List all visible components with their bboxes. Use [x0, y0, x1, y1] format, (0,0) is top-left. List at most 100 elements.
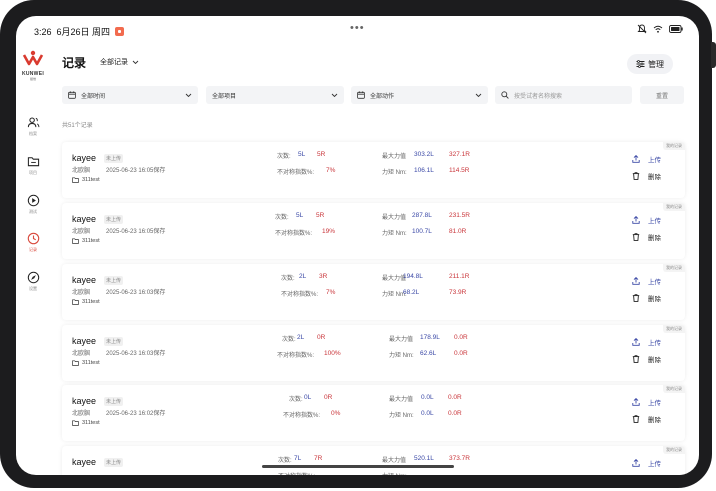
- delete-button[interactable]: 删除: [632, 293, 661, 303]
- asymmetry-label: 不对称指数%:: [277, 170, 315, 176]
- record-card[interactable]: kayee 未上传 北欧腘 2025-06-23 16:03保存 311test…: [62, 264, 685, 320]
- max-force-label: 最大力值: [382, 154, 407, 160]
- folder-icon: [72, 238, 79, 244]
- upload-icon: [632, 459, 640, 467]
- sidebar-item-test[interactable]: 测试: [20, 194, 46, 215]
- upload-label: 上传: [648, 279, 661, 286]
- project-name: 北欧腘: [72, 411, 91, 417]
- record-card[interactable]: kayee 未上传 北欧腘 2025-06-23 16:05保存 311test…: [62, 203, 685, 259]
- delete-button[interactable]: 删除: [632, 414, 661, 424]
- folder-label: 311test: [72, 177, 100, 183]
- sidebar-item-projects[interactable]: 项目: [20, 155, 46, 176]
- max-force-left-value: 194.8L: [403, 273, 423, 280]
- folder-name: 311test: [82, 238, 100, 244]
- record-card[interactable]: kayee 未上传 北欧腘 2025-06-23 16:05保存 311test…: [62, 142, 685, 198]
- my-record-badge: 我的记录: [663, 264, 685, 272]
- multitask-dots-icon[interactable]: •••: [350, 22, 365, 34]
- trash-icon: [632, 355, 640, 363]
- delete-label: 删除: [648, 296, 661, 303]
- record-filter-dropdown[interactable]: 全部记录: [100, 57, 139, 67]
- count-label: 次数:: [289, 397, 303, 403]
- count-left-value: 5L: [296, 212, 304, 219]
- trash-icon: [632, 172, 640, 180]
- max-force-right-value: 373.7R: [449, 455, 470, 462]
- asymmetry-value: 19%: [322, 228, 336, 235]
- list-settings-icon: [636, 60, 645, 68]
- upload-button[interactable]: 上传: [632, 215, 661, 225]
- project-filter-dropdown[interactable]: 全部项目: [206, 86, 344, 104]
- side-button: [711, 42, 716, 68]
- reset-button[interactable]: 重置: [640, 86, 684, 104]
- upload-button[interactable]: 上传: [632, 276, 661, 286]
- sidebar: KUNWEI 鲲维 档案 项目 测试 记录 设置: [16, 44, 50, 475]
- sidebar-item-records[interactable]: 记录: [20, 232, 46, 253]
- search-input[interactable]: 按受试者名称搜索: [495, 86, 632, 104]
- record-count: 共51个记录: [62, 123, 93, 129]
- screen-record-icon: [115, 27, 125, 36]
- torque-label: 力矩 Nm:: [382, 231, 407, 237]
- delete-button[interactable]: 删除: [632, 232, 661, 242]
- record-card[interactable]: kayee 未上传 北欧腘 2025-06-23 16:02保存 311test…: [62, 385, 685, 441]
- subject-name: kayee: [72, 153, 97, 163]
- my-record-badge: 我的记录: [663, 203, 685, 211]
- torque-label: 力矩 Nm:: [389, 413, 414, 419]
- sidebar-label: 设置: [29, 286, 37, 291]
- upload-status-badge: 未上传: [104, 276, 124, 285]
- upload-label: 上传: [648, 461, 661, 468]
- folder-label: 311test: [72, 420, 100, 426]
- saved-time: 2025-06-23 16:03保存: [106, 351, 166, 357]
- manage-button[interactable]: 管理: [627, 54, 673, 74]
- count-right-value: 3R: [319, 273, 328, 280]
- asymmetry-value: 7%: [326, 289, 336, 296]
- upload-button[interactable]: 上传: [632, 397, 661, 407]
- count-label: 次数:: [278, 458, 292, 464]
- upload-button[interactable]: 上传: [632, 154, 661, 164]
- torque-right-value: 114.5R: [449, 167, 470, 174]
- compass-icon: [27, 271, 39, 284]
- tablet-frame: 3:26 6月26日 周四 ••• KUNWEI 鲲维 档案 项目 测试 记录 …: [0, 0, 716, 491]
- max-force-right-value: 0.0R: [454, 334, 468, 341]
- time-filter-label: 全部时间: [81, 93, 106, 100]
- torque-label: 力矩 Nm:: [382, 471, 407, 475]
- sidebar-item-settings[interactable]: 设置: [20, 271, 46, 292]
- torque-right-value: 73.9R: [449, 289, 467, 296]
- home-indicator[interactable]: [262, 465, 454, 468]
- folder-name: 311test: [82, 299, 100, 305]
- page-title: 记录: [62, 56, 87, 70]
- search-icon: [501, 91, 509, 99]
- count-label: 次数:: [282, 337, 296, 343]
- delete-label: 删除: [648, 357, 661, 364]
- delete-button[interactable]: 删除: [632, 354, 661, 364]
- project-name: 北欧腘: [72, 290, 91, 296]
- status-left: 3:26 6月26日 周四: [34, 25, 125, 38]
- upload-icon: [632, 155, 640, 163]
- folder-name: 311test: [82, 360, 100, 366]
- torque-right-value: 0.0R: [448, 410, 462, 417]
- count-label: 次数:: [275, 215, 289, 221]
- sidebar-item-profiles[interactable]: 档案: [20, 116, 46, 137]
- upload-button[interactable]: 上传: [632, 458, 661, 468]
- status-time: 3:26: [34, 26, 52, 37]
- upload-icon: [632, 398, 640, 406]
- delete-label: 删除: [648, 174, 661, 181]
- count-left-value: 2L: [297, 334, 305, 341]
- brand-logo: KUNWEI 鲲维: [21, 50, 45, 81]
- logo-mark-icon: [22, 50, 44, 66]
- upload-status-badge: 未上传: [104, 337, 124, 346]
- folder-label: 311test: [72, 238, 100, 244]
- count-right-value: 7R: [314, 455, 323, 462]
- time-filter-dropdown[interactable]: 全部时间: [62, 86, 198, 104]
- upload-label: 上传: [648, 400, 661, 407]
- upload-button[interactable]: 上传: [632, 337, 661, 347]
- delete-button[interactable]: 删除: [632, 171, 661, 181]
- folder-icon: [72, 299, 79, 305]
- app-screen: 3:26 6月26日 周四 ••• KUNWEI 鲲维 档案 项目 测试 记录 …: [16, 16, 699, 475]
- action-filter-dropdown[interactable]: 全部动作: [351, 86, 488, 104]
- trash-icon: [632, 415, 640, 423]
- torque-right-value: 0.0R: [454, 350, 468, 357]
- asymmetry-label: 不对称指数%:: [277, 353, 315, 359]
- max-force-left-value: 520.1L: [414, 455, 434, 462]
- record-card[interactable]: kayee 未上传 次数: 7L 7R 不对称指数%: 最大力值 520.1L …: [62, 446, 685, 475]
- record-card[interactable]: kayee 未上传 北欧腘 2025-06-23 16:03保存 311test…: [62, 325, 685, 381]
- mute-icon: [637, 24, 647, 34]
